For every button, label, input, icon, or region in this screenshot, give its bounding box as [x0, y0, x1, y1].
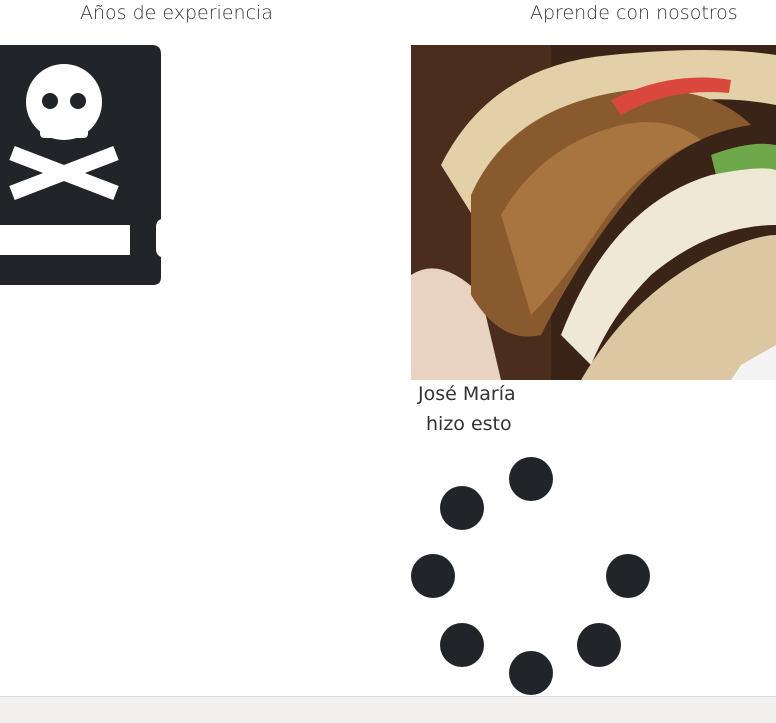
spinner-dot — [577, 623, 621, 667]
spinner-dot — [440, 623, 484, 667]
page: Años de experiencia Aprende con nosotros — [0, 0, 776, 723]
loading-spinner-icon — [411, 457, 650, 695]
spinner-dot — [411, 554, 455, 598]
spinner-dot — [440, 486, 484, 530]
kebab-sandwich-photo — [411, 45, 776, 380]
learn-heading: Aprende con nosotros — [530, 2, 738, 24]
author-action: hizo esto — [426, 413, 512, 435]
spinner-dot — [509, 651, 553, 695]
spinner-dot — [606, 554, 650, 598]
footer-bar — [0, 696, 776, 723]
skull-book-icon — [0, 45, 161, 285]
author-name: José María — [418, 383, 516, 405]
experience-heading: Años de experiencia — [80, 2, 273, 24]
spinner-dot — [509, 457, 553, 501]
